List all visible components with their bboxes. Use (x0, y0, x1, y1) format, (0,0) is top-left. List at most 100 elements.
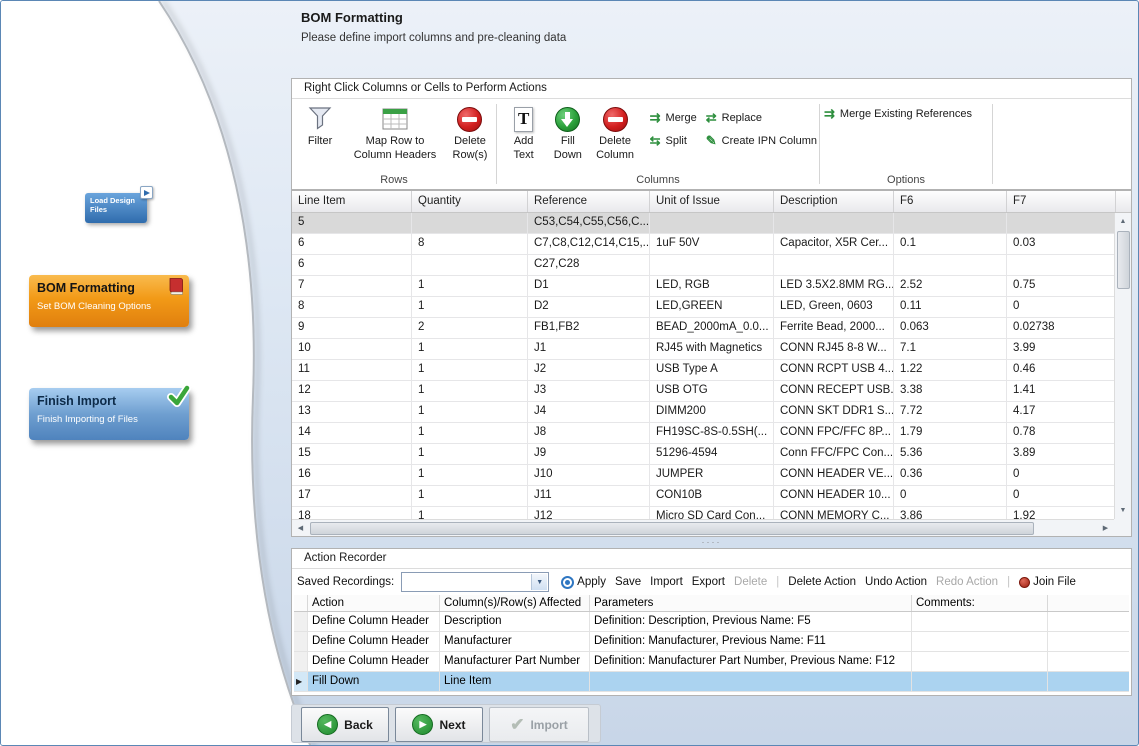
grid-cell[interactable]: 17 (292, 486, 412, 506)
grid-cell[interactable]: 3.86 (894, 507, 1007, 519)
grid-cell[interactable] (650, 255, 774, 275)
grid-cell[interactable]: C7,C8,C12,C14,C15,... (528, 234, 650, 254)
grid-row[interactable]: 151J951296-4594Conn FFC/FPC Con...5.363.… (292, 444, 1116, 465)
grid-cell[interactable] (412, 213, 528, 233)
grid-cell[interactable]: 1 (412, 486, 528, 506)
grid-cell[interactable]: 7.72 (894, 402, 1007, 422)
grid-cell[interactable]: 7 (292, 276, 412, 296)
grid-cell[interactable]: D2 (528, 297, 650, 317)
grid-cell[interactable]: DIMM200 (650, 402, 774, 422)
grid-cell[interactable]: 0.78 (1007, 423, 1116, 443)
column-header-affected[interactable]: Column(s)/Row(s) Affected (440, 595, 590, 611)
grid-cell[interactable] (650, 213, 774, 233)
grid-cell[interactable]: J8 (528, 423, 650, 443)
grid-row[interactable]: 68C7,C8,C12,C14,C15,...1uF 50VCapacitor,… (292, 234, 1116, 255)
replace-button[interactable]: ⇄ Replace (706, 111, 817, 124)
grid-cell[interactable]: USB Type A (650, 360, 774, 380)
delete-rows-button[interactable]: Delete Row(s) (446, 104, 494, 164)
grid-cell[interactable]: 15 (292, 444, 412, 464)
grid-cell[interactable]: CONN HEADER 10... (774, 486, 894, 506)
grid-row[interactable]: 121J3USB OTGCONN RECEPT USB...3.381.41 (292, 381, 1116, 402)
scroll-right-button[interactable]: ▶ (1097, 520, 1114, 537)
grid-cell[interactable]: Capacitor, X5R Cer... (774, 234, 894, 254)
grid-cell[interactable]: 0.11 (894, 297, 1007, 317)
step-bom-formatting[interactable]: BOM Formatting Set BOM Cleaning Options (29, 275, 189, 327)
column-header-reference[interactable]: Reference (528, 191, 650, 212)
recorder-row[interactable]: Define Column HeaderDescriptionDefinitio… (294, 612, 1129, 632)
save-recording-link[interactable]: Save (615, 576, 641, 588)
grid-cell[interactable]: 0 (1007, 297, 1116, 317)
grid-cell[interactable]: 18 (292, 507, 412, 519)
grid-cell[interactable]: Micro SD Card Con... (650, 507, 774, 519)
grid-cell[interactable]: 1 (412, 507, 528, 519)
recorder-cell[interactable] (912, 652, 1048, 671)
grid-cell[interactable]: 1 (412, 465, 528, 485)
splitter-handle[interactable]: ···· (291, 538, 1132, 546)
grid-cell[interactable]: 1 (412, 423, 528, 443)
grid-cell[interactable]: 5 (292, 213, 412, 233)
grid-cell[interactable]: 2.52 (894, 276, 1007, 296)
merge-existing-references-button[interactable]: ⇉ Merge Existing References (824, 104, 972, 120)
grid-cell[interactable] (774, 255, 894, 275)
combo-dropdown-icon[interactable]: ▼ (531, 574, 547, 590)
grid-cell[interactable]: 3.38 (894, 381, 1007, 401)
grid-cell[interactable]: 7.1 (894, 339, 1007, 359)
fill-down-button[interactable]: Fill Down (546, 104, 589, 164)
grid-cell[interactable]: 1 (412, 360, 528, 380)
grid-cell[interactable]: 0.1 (894, 234, 1007, 254)
grid-cell[interactable]: 3.89 (1007, 444, 1116, 464)
grid-cell[interactable] (1007, 255, 1116, 275)
grid-cell[interactable]: 0.75 (1007, 276, 1116, 296)
grid-cell[interactable]: 1 (412, 402, 528, 422)
recorder-cell[interactable]: Define Column Header (308, 612, 440, 631)
grid-cell[interactable]: 1 (412, 276, 528, 296)
grid-cell[interactable]: 1uF 50V (650, 234, 774, 254)
recorder-cell[interactable]: Define Column Header (308, 632, 440, 651)
column-header-parameters[interactable]: Parameters (590, 595, 912, 611)
delete-column-button[interactable]: Delete Column (590, 104, 641, 164)
grid-cell[interactable] (774, 213, 894, 233)
grid-cell[interactable]: 0.02738 (1007, 318, 1116, 338)
column-header-description[interactable]: Description (774, 191, 894, 212)
column-header-f6[interactable]: F6 (894, 191, 1007, 212)
recorder-row[interactable]: Define Column HeaderManufacturerDefiniti… (294, 632, 1129, 652)
grid-cell[interactable]: Ferrite Bead, 2000... (774, 318, 894, 338)
grid-cell[interactable]: 4.17 (1007, 402, 1116, 422)
scroll-down-button[interactable]: ▼ (1115, 502, 1132, 519)
grid-cell[interactable]: CONN MEMORY C... (774, 507, 894, 519)
grid-cell[interactable]: J12 (528, 507, 650, 519)
grid-cell[interactable]: CONN SKT DDR1 S... (774, 402, 894, 422)
grid-cell[interactable]: C53,C54,C55,C56,C... (528, 213, 650, 233)
grid-cell[interactable]: 0.063 (894, 318, 1007, 338)
grid-cell[interactable]: 1.92 (1007, 507, 1116, 519)
grid-cell[interactable]: 6 (292, 255, 412, 275)
join-file-link[interactable]: Join File (1019, 576, 1076, 588)
grid-cell[interactable]: J9 (528, 444, 650, 464)
grid-cell[interactable]: 5.36 (894, 444, 1007, 464)
grid-cell[interactable]: 0.46 (1007, 360, 1116, 380)
grid-row[interactable]: 92FB1,FB2BEAD_2000mA_0.0...Ferrite Bead,… (292, 318, 1116, 339)
grid-cell[interactable]: 9 (292, 318, 412, 338)
grid-cell[interactable]: CON10B (650, 486, 774, 506)
recorder-cell[interactable]: Definition: Manufacturer, Previous Name:… (590, 632, 912, 651)
grid-cell[interactable]: 1 (412, 297, 528, 317)
recorder-cell[interactable] (1048, 672, 1129, 691)
grid-cell[interactable]: 14 (292, 423, 412, 443)
grid-cell[interactable] (894, 255, 1007, 275)
grid-horizontal-scrollbar[interactable]: ◀ ▶ (292, 519, 1114, 536)
recorder-cell[interactable]: Fill Down (308, 672, 440, 691)
grid-cell[interactable]: J3 (528, 381, 650, 401)
grid-cell[interactable]: 8 (412, 234, 528, 254)
grid-row[interactable]: 171J11CON10BCONN HEADER 10...00 (292, 486, 1116, 507)
apply-option[interactable]: Apply (561, 576, 606, 589)
next-button[interactable]: ▶ Next (395, 707, 483, 742)
add-text-button[interactable]: T Add Text (501, 104, 546, 164)
grid-row[interactable]: 81D2LED,GREENLED, Green, 06030.110 (292, 297, 1116, 318)
grid-cell[interactable]: 0 (1007, 465, 1116, 485)
undo-action-link[interactable]: Undo Action (865, 576, 927, 588)
scroll-up-button[interactable]: ▲ (1115, 213, 1132, 230)
grid-cell[interactable]: 0 (1007, 486, 1116, 506)
split-button[interactable]: ⇆ Split (650, 134, 697, 147)
grid-cell[interactable] (412, 255, 528, 275)
recorder-cell[interactable]: Define Column Header (308, 652, 440, 671)
